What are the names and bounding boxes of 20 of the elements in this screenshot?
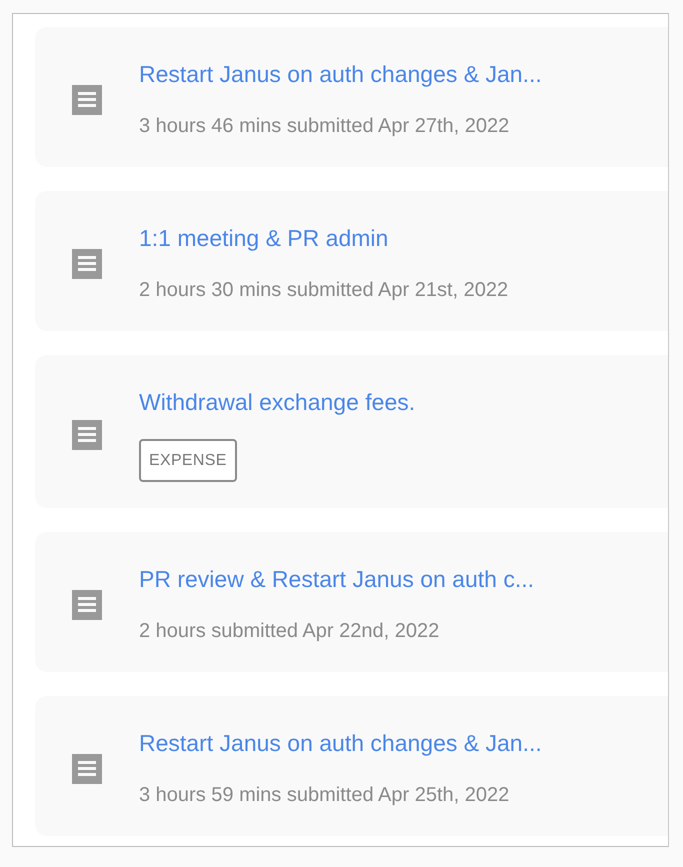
entry-card[interactable]: Restart Janus on auth changes & Jan... 3 hours 46 mins submitted Apr 27th, 2022 <box>35 27 668 167</box>
entry-card[interactable]: Restart Janus on auth changes & Jan... 3 hours 59 mins submitted Apr 25th, 2022 <box>35 696 668 836</box>
entry-card[interactable]: Withdrawal exchange fees. EXPENSE <box>35 355 668 508</box>
entry-title-link[interactable]: Withdrawal exchange fees. <box>139 387 416 417</box>
document-icon <box>72 420 102 450</box>
entry-title-link[interactable]: Restart Janus on auth changes & Jan... <box>139 728 542 758</box>
entry-title-link[interactable]: Restart Janus on auth changes & Jan... <box>139 59 542 89</box>
entry-detail: 3 hours 46 mins submitted Apr 27th, 2022 <box>139 114 510 139</box>
entry-title-link[interactable]: 1:1 meeting & PR admin <box>139 223 388 253</box>
document-icon <box>72 249 102 279</box>
entry-title-link[interactable]: PR review & Restart Janus on auth c... <box>139 564 534 594</box>
entry-detail: 2 hours 30 mins submitted Apr 21st, 2022 <box>139 278 508 303</box>
document-icon <box>72 590 102 620</box>
entry-card[interactable]: 1:1 meeting & PR admin 2 hours 30 mins submitted Apr 21st, 2022 <box>35 191 668 331</box>
entry-detail: 3 hours 59 mins submitted Apr 25th, 2022 <box>139 783 510 808</box>
document-icon <box>72 754 102 784</box>
document-icon <box>72 85 102 115</box>
category-tag: EXPENSE <box>139 439 237 482</box>
entry-card[interactable]: PR review & Restart Janus on auth c... 2 hours submitted Apr 22nd, 2022 <box>35 532 668 672</box>
entry-detail: 2 hours submitted Apr 22nd, 2022 <box>139 619 440 644</box>
